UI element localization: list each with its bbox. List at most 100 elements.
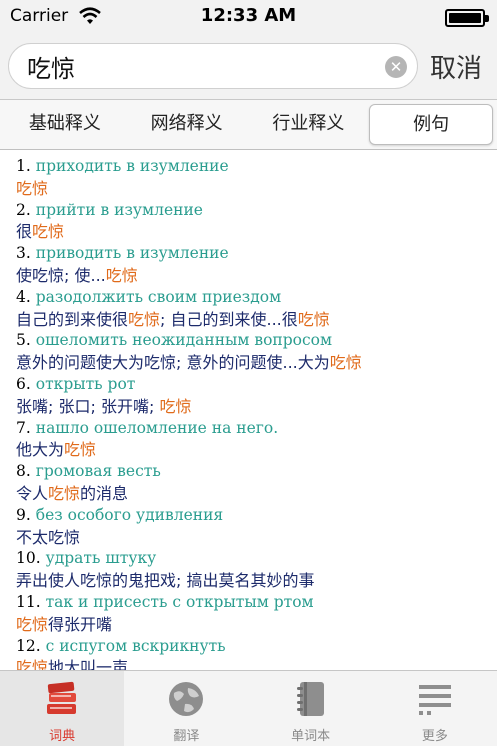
example-russian-text: прийти в изумление (35, 200, 203, 219)
example-item[interactable]: 11. так и присесть с открытым ртом 吃惊得张开嘴 (16, 592, 497, 636)
clock: 12:33 AM (200, 5, 297, 26)
example-number: 4. (16, 287, 31, 306)
battery-icon (445, 9, 489, 27)
example-russian: 4. разодолжить своим приездом (16, 287, 497, 309)
example-chinese: 弄出使人吃惊的鬼把戏; 搞出莫名其妙的事 (16, 570, 497, 592)
example-number: 1. (16, 157, 31, 175)
highlighted-term: 吃惊 (16, 178, 49, 198)
example-russian: 12. с испугом вскрикнуть (16, 636, 497, 658)
tabbar-label: 更多 (421, 729, 448, 744)
example-russian: 10. удрать штуку (16, 548, 497, 570)
example-number: 7. (16, 418, 31, 437)
translation-text: ; 自己的到来使...很 (160, 309, 298, 329)
example-russian-text: приходить в изумление (35, 157, 229, 175)
highlighted-term: 吃惊 (105, 265, 138, 285)
search-input[interactable] (27, 49, 377, 83)
tab-examples[interactable]: 例句 (369, 104, 493, 145)
tab-industry[interactable]: 行业释义 (248, 104, 370, 145)
example-russian-text: так и присесть с открытым ртом (45, 592, 314, 611)
example-chinese: 他大为吃惊 (16, 439, 497, 461)
definition-tabs: 基础释义 网络释义 行业释义 例句 (0, 100, 497, 150)
highlighted-term: 吃惊 (159, 396, 192, 416)
tabbar-item-wordbook[interactable]: 单词本 (249, 671, 373, 746)
tabbar-item-dictionary[interactable]: 词典 (0, 671, 125, 746)
example-number: 3. (16, 244, 31, 263)
example-number: 10. (16, 549, 41, 568)
notebook-icon (296, 682, 324, 716)
translation-text: 他大为 (16, 440, 65, 460)
example-number: 8. (16, 462, 31, 481)
example-item[interactable]: 10. удрать штуку 弄出使人吃惊的鬼把戏; 搞出莫名其妙的事 (16, 548, 497, 592)
highlighted-term: 吃惊 (329, 353, 362, 373)
example-number: 9. (16, 505, 31, 524)
search-field[interactable]: ✕ (8, 43, 418, 89)
tabbar-item-more[interactable]: 更多 (373, 671, 497, 746)
example-item[interactable]: 8. громовая весть 令人吃惊的消息 (16, 461, 497, 505)
example-chinese: 很吃惊 (16, 221, 497, 243)
example-russian: 6. открыть рот (16, 374, 497, 396)
example-russian-text: ошеломить неожиданным вопросом (35, 331, 333, 350)
globe-icon (169, 682, 204, 716)
example-chinese: 令人吃惊的消息 (16, 483, 497, 505)
example-russian: 5. ошеломить неожиданным вопросом (16, 330, 497, 352)
highlighted-term: 吃惊 (64, 440, 97, 460)
example-item[interactable]: 12. с испугом вскрикнуть 吃惊地大叫一声 (16, 636, 497, 670)
example-item[interactable]: 3. приводить в изумление 使吃惊; 使...吃惊 (16, 243, 497, 287)
translation-text: 弄出使人吃惊的鬼把戏; 搞出莫名其妙的事 (16, 571, 315, 591)
cancel-button[interactable]: 取消 (430, 48, 482, 85)
translation-text: 很 (16, 222, 33, 242)
bottom-tab-bar: 词典 翻译 单词本 更多 (0, 670, 497, 746)
example-chinese: 不太吃惊 (16, 527, 497, 549)
example-russian-text: открыть рот (35, 374, 136, 393)
example-chinese: 使吃惊; 使...吃惊 (16, 265, 497, 287)
example-item[interactable]: 2. прийти в изумление 很吃惊 (16, 200, 497, 244)
example-russian-text: с испугом вскрикнуть (45, 636, 226, 655)
example-item[interactable]: 5. ошеломить неожиданным вопросом 意外的问题使大… (16, 330, 497, 374)
tabbar-label: 单词本 (291, 729, 331, 744)
clear-icon[interactable]: ✕ (385, 56, 407, 78)
example-chinese: 张嘴; 张口; 张开嘴; 吃惊 (16, 396, 497, 418)
example-item[interactable]: 6. открыть рот 张嘴; 张口; 张开嘴; 吃惊 (16, 374, 497, 418)
example-chinese: 吃惊得张开嘴 (16, 614, 497, 636)
example-russian: 1. приходить в изумление (16, 156, 497, 178)
translation-text: 使吃惊; 使... (16, 265, 106, 285)
tabbar-item-translate[interactable]: 翻译 (124, 671, 248, 746)
translation-text: 的消息 (80, 483, 129, 503)
example-russian-text: нашло ошеломление на него. (35, 418, 279, 437)
example-number: 5. (16, 331, 31, 350)
translation-text: 地大叫一声 (48, 658, 129, 670)
highlighted-term: 吃惊 (48, 483, 81, 503)
translation-text: 意外的问题使大为吃惊; 意外的问题使...大为 (16, 353, 330, 373)
example-russian: 3. приводить в изумление (16, 243, 497, 265)
example-russian: 2. прийти в изумление (16, 200, 497, 222)
example-russian: 9. без особого удивления (16, 505, 497, 527)
dictionary-book-icon (47, 681, 77, 714)
example-number: 6. (16, 374, 31, 393)
example-item[interactable]: 7. нашло ошеломление на него. 他大为吃惊 (16, 418, 497, 462)
tab-basic[interactable]: 基础释义 (4, 104, 126, 145)
example-russian: 8. громовая весть (16, 461, 497, 483)
translation-text: 自己的到来使很 (16, 309, 129, 329)
example-number: 12. (16, 636, 41, 655)
example-russian-text: громовая весть (35, 462, 161, 481)
example-item[interactable]: 9. без особого удивления 不太吃惊 (16, 505, 497, 549)
example-number: 11. (16, 592, 41, 611)
example-russian-text: без особого удивления (35, 505, 224, 524)
example-item[interactable]: 4. разодолжить своим приездом 自己的到来使很吃惊; … (16, 287, 497, 331)
example-list[interactable]: 1. приходить в изумление 吃惊 2. прийти в из… (0, 151, 497, 670)
example-russian-text: удрать штуку (45, 549, 157, 568)
tab-web[interactable]: 网络释义 (126, 104, 248, 145)
example-number: 2. (16, 200, 31, 219)
example-russian-text: разодолжить своим приездом (35, 287, 282, 306)
highlighted-term: 吃惊 (16, 614, 49, 634)
example-russian: 11. так и присесть с открытым ртом (16, 592, 497, 614)
example-chinese: 吃惊地大叫一声 (16, 657, 497, 670)
example-chinese: 意外的问题使大为吃惊; 意外的问题使...大为吃惊 (16, 352, 497, 374)
translation-text: 张嘴; 张口; 张开嘴; (16, 396, 160, 416)
example-chinese: 吃惊 (16, 178, 497, 200)
tabbar-label: 翻译 (173, 729, 200, 744)
menu-lines-icon (418, 685, 451, 715)
search-bar: ✕ 取消 (0, 34, 497, 100)
translation-text: 得张开嘴 (48, 614, 113, 634)
example-item[interactable]: 1. приходить в изумление 吃惊 (16, 156, 497, 200)
